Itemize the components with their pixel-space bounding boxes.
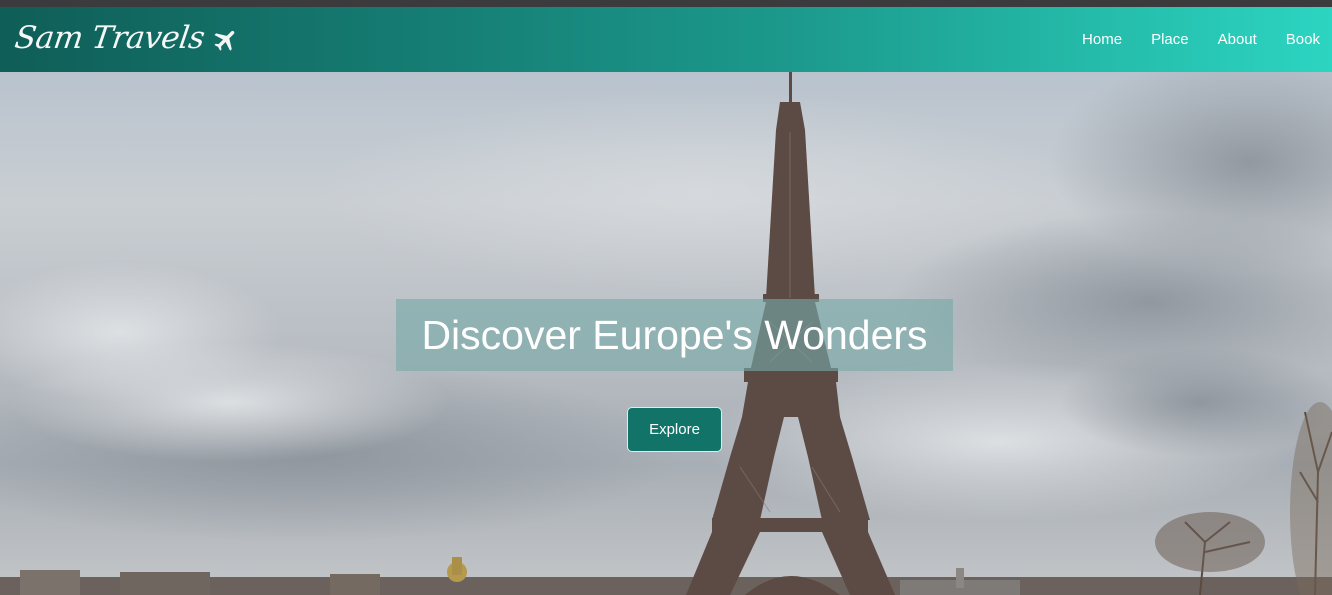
brand-logo[interactable]: Sam Travels [12, 13, 240, 63]
nav-book-link[interactable]: Book [1286, 31, 1320, 48]
nav-place-link[interactable]: Place [1151, 31, 1189, 48]
brand-name: Sam Travels [12, 20, 207, 56]
explore-button[interactable]: Explore [627, 407, 722, 452]
nav-about-link[interactable]: About [1218, 31, 1257, 48]
navbar: Sam Travels Home Place About Book [0, 7, 1332, 72]
headline-banner: Discover Europe's Wonders [396, 299, 953, 371]
nav-home-link[interactable]: Home [1082, 31, 1122, 48]
nav-menu: Home Place About Book [1053, 7, 1320, 72]
hero-section: Discover Europe's Wonders Explore [0, 72, 1332, 595]
airplane-icon [214, 30, 235, 51]
hero-headline: Discover Europe's Wonders [421, 311, 928, 358]
window-top-strip [0, 0, 1332, 7]
